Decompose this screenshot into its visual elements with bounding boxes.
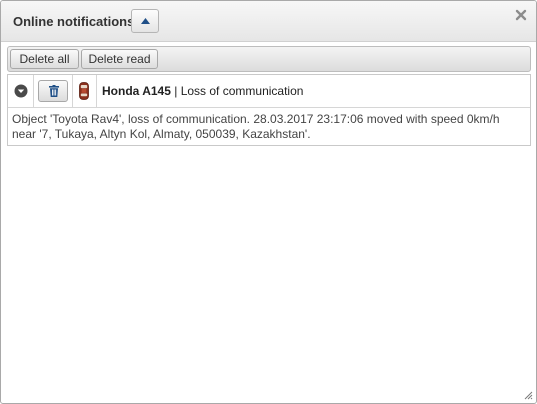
- window-titlebar[interactable]: Online notifications: [1, 1, 536, 42]
- notification-object-name: Honda A145: [102, 84, 171, 98]
- delete-notification-button[interactable]: [38, 80, 68, 102]
- car-icon: [79, 82, 89, 100]
- cell-divider: [96, 75, 97, 107]
- delete-all-button[interactable]: Delete all: [10, 49, 79, 69]
- notification-header: Honda A145 | Loss of communication: [8, 75, 530, 108]
- notifications-toolbar: Delete all Delete read: [7, 46, 531, 72]
- notification-title: Honda A145 | Loss of communication: [102, 84, 303, 98]
- notifications-window: Online notifications Delete all Delete r…: [0, 0, 537, 404]
- collapse-button[interactable]: [131, 9, 159, 33]
- caret-up-icon: [141, 18, 150, 24]
- notification-message: Object 'Toyota Rav4', loss of communicat…: [12, 112, 500, 141]
- resize-grip-icon[interactable]: [523, 390, 533, 400]
- notification-name: Loss of communication: [180, 84, 304, 98]
- notification-item: Honda A145 | Loss of communication Objec…: [7, 74, 531, 146]
- cell-divider: [33, 75, 34, 107]
- trash-icon: [49, 85, 59, 97]
- chevron-down-circle-icon[interactable]: [14, 84, 28, 98]
- delete-read-button[interactable]: Delete read: [81, 49, 158, 69]
- title-separator: |: [170, 84, 181, 98]
- window-title: Online notifications: [13, 14, 135, 29]
- close-icon[interactable]: [514, 8, 528, 22]
- cell-divider: [72, 75, 73, 107]
